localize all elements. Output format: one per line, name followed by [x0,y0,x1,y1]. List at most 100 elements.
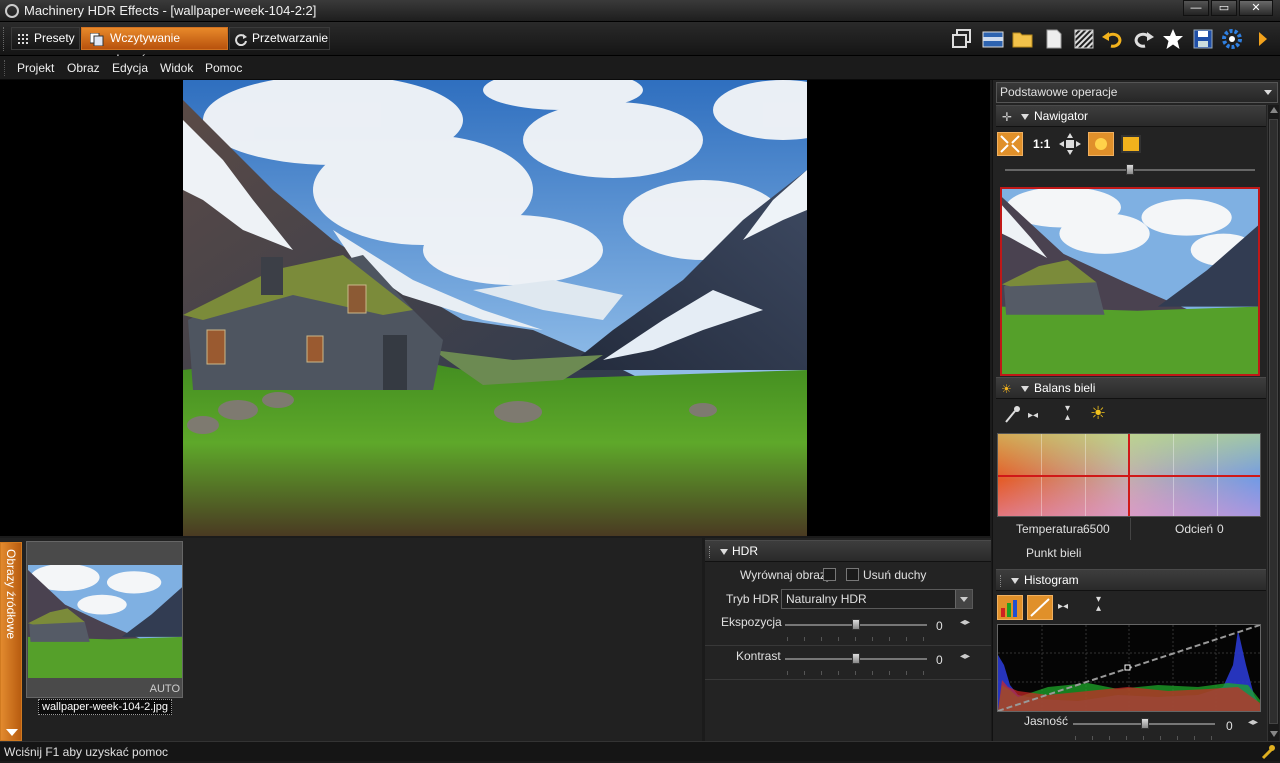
white-balance-grid[interactable] [997,433,1261,517]
contrast-slider-thumb[interactable] [852,653,860,664]
brightness-slider-thumb[interactable] [1141,718,1149,729]
undo-icon[interactable] [1101,28,1125,50]
histogram-title: Histogram [1024,573,1079,587]
hdr-mode-value: Naturalny HDR [786,592,867,606]
vertical-arrows-icon[interactable]: ▾ ▴ [1096,595,1101,614]
hdr-grip [709,546,713,558]
source-images-label: Obrazy źródłowe [4,549,18,640]
sun-icon[interactable] [1088,132,1114,156]
window-title: Machinery HDR Effects - [wallpaper-week-… [24,3,317,18]
grid-icon [17,32,30,45]
crosshair-icon: ✛ [1002,110,1013,124]
menu-edit[interactable]: Edycja [112,61,148,75]
remove-ghosts-label: Usuń duchy [863,568,927,582]
minimize-button[interactable]: — [1183,0,1209,16]
white-balance-header[interactable]: ☀ Balans bieli [996,377,1266,399]
navigator-header[interactable]: ✛ Nawigator [996,105,1266,127]
chevron-right-icon[interactable] [1256,31,1270,47]
white-balance-title: Balans bieli [1034,381,1096,395]
collapse-icon [1021,114,1029,120]
brightness-value: 0 [1226,719,1233,733]
horizontal-arrows-icon[interactable]: ▸◂ [1028,410,1038,421]
pan-icon[interactable] [1058,132,1082,156]
histogram-chart[interactable] [997,624,1261,712]
resize-grip-icon[interactable] [1260,744,1276,760]
zoom-1-1-button[interactable]: 1:1 [1033,137,1050,151]
maximize-button[interactable]: ▭ [1211,0,1237,16]
curve-icon[interactable] [1027,595,1053,620]
tab-processing-label: Przetwarzanie [252,31,329,45]
vertical-arrows-icon[interactable]: ▾ ▴ [1065,404,1070,423]
exposure-slider-thumb[interactable] [852,619,860,630]
horizontal-arrows-icon[interactable]: ▸◂ [1058,601,1068,612]
menu-view[interactable]: Widok [160,61,193,75]
star-icon[interactable] [1161,28,1185,50]
collapse-down-icon [6,729,18,736]
brightness-ticks [1075,736,1215,740]
windows-icon[interactable] [950,28,974,50]
preview-frame-icon[interactable] [1120,134,1142,154]
menu-project[interactable]: Projekt [17,61,54,75]
folder-icon[interactable] [1011,28,1035,50]
menu-bar: Projekt Obraz Edycja Widok Pomoc [0,56,1280,80]
divider [705,645,991,646]
toolbar-grip [3,27,5,51]
thumbnail-image [28,565,182,678]
temperature-value[interactable]: 6500 [1083,522,1110,536]
tint-value[interactable]: 0 [1217,522,1224,536]
dropdown-button[interactable] [955,590,972,608]
hdr-mode-select[interactable]: Naturalny HDR [781,589,973,609]
menu-image[interactable]: Obraz [67,61,100,75]
exposure-stepper-icon[interactable]: ◂▸ [960,617,970,628]
auto-white-balance-icon[interactable]: ☀ [1090,403,1106,424]
navigator-preview[interactable] [1000,187,1260,376]
collapse-icon [1021,386,1029,392]
fit-screen-icon[interactable] [997,132,1023,156]
tint-label: Odcień [1175,522,1214,536]
close-button[interactable]: ✕ [1239,0,1273,16]
tab-presets[interactable]: Presety [11,27,80,50]
main-image [183,80,807,536]
status-text: Wciśnij F1 aby uzyskać pomoc [4,745,169,759]
scroll-down-icon[interactable] [1270,731,1278,737]
divider [705,679,991,680]
scroll-up-icon[interactable] [1270,107,1278,113]
histogram-header[interactable]: Histogram [996,569,1266,591]
right-panel: Podstawowe operacje ✛ Nawigator 1:1 ☀ Ba… [992,80,1280,742]
operations-dropdown-value: Podstawowe operacje [1000,85,1118,99]
contrast-stepper-icon[interactable]: ◂▸ [960,651,970,662]
tab-image-loading[interactable]: Wczytywanie obrazów [81,27,228,66]
align-images-checkbox[interactable] [823,568,836,581]
texture-icon[interactable] [1072,28,1096,50]
contrast-value: 0 [936,653,943,667]
chevron-down-icon [1264,90,1272,95]
eyedropper-icon[interactable] [1003,405,1021,425]
redo-icon[interactable] [1131,28,1155,50]
hdr-header[interactable]: HDR [705,540,991,562]
align-images-label: Wyrównaj obrazy [740,568,832,582]
hdr-panel: HDR Wyrównaj obrazy Usuń duchy Tryb HDR … [705,538,991,741]
exposure-value: 0 [936,619,943,633]
scrollbar-thumb[interactable] [1269,119,1278,724]
right-panel-scrollbar[interactable] [1267,105,1279,742]
hdr-mode-label: Tryb HDR [726,592,779,606]
settings-icon[interactable] [1220,28,1244,50]
save-icon[interactable] [1191,28,1215,50]
remove-ghosts-checkbox[interactable] [846,568,859,581]
brightness-label: Jasność [1024,714,1069,728]
white-point-label[interactable]: Punkt bieli [1026,546,1081,560]
brightness-stepper-icon[interactable]: ◂▸ [1248,717,1258,728]
hdr-title: HDR [732,544,758,558]
contrast-label: Kontrast [736,649,781,663]
contrast-ticks [787,671,927,675]
source-images-tab[interactable]: Obrazy źródłowe [0,542,22,741]
operations-dropdown[interactable]: Podstawowe operacje [996,82,1278,103]
image-strip-icon[interactable] [981,28,1005,50]
auto-badge: AUTO [149,683,180,695]
tab-processing[interactable]: Przetwarzanie [229,27,330,50]
source-thumbnail[interactable]: AUTO [26,541,183,698]
new-document-icon[interactable] [1042,28,1066,50]
histogram-bars-icon[interactable] [997,595,1023,620]
menu-help[interactable]: Pomoc [205,61,242,75]
zoom-slider-thumb[interactable] [1126,164,1134,175]
